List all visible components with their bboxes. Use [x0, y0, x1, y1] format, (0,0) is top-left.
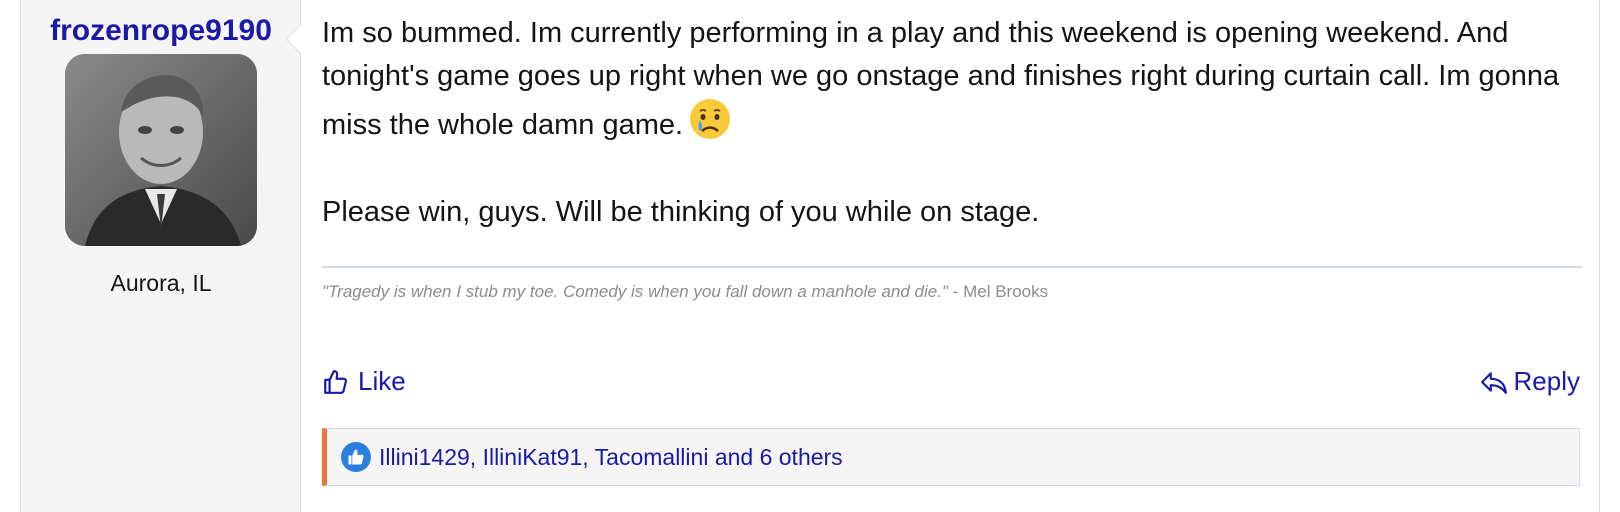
reply-arrow-icon — [1480, 371, 1507, 394]
message-paragraph: Please win, guys. Will be thinking of yo… — [322, 196, 1040, 228]
like-label: Like — [358, 366, 406, 396]
thumbs-up-icon — [324, 369, 347, 394]
avatar[interactable] — [65, 54, 257, 246]
reply-label: Reply — [1513, 366, 1580, 396]
signature-attribution: - Mel Brooks — [947, 282, 1049, 301]
signature-quote: "Tragedy is when I stub my toe. Comedy i… — [322, 282, 948, 301]
reactions-list-link[interactable]: Illini1429, IlliniKat91, Tacomallini and… — [379, 444, 843, 471]
thumbs-up-reaction-icon — [341, 442, 371, 472]
reply-button[interactable]: Reply — [1480, 366, 1580, 397]
message-content: Im so bummed. Im currently performing in… — [322, 0, 1592, 512]
reactions-bar: Illini1429, IlliniKat91, Tacomallini and… — [322, 428, 1580, 486]
forum-post: frozenrope9190 Aurora, IL Im so bummed. … — [20, 0, 1600, 512]
message-paragraph: Im so bummed. Im currently performing in… — [322, 12, 1592, 153]
signature: "Tragedy is when I stub my toe. Comedy i… — [322, 282, 1048, 302]
message-body: Im so bummed. Im currently performing in… — [322, 12, 1592, 234]
user-location: Aurora, IL — [110, 270, 212, 296]
message-text: Im so bummed. Im currently performing in… — [322, 17, 1560, 141]
username-link[interactable]: frozenrope9190 — [21, 14, 301, 48]
user-info-column: frozenrope9190 Aurora, IL — [21, 0, 301, 512]
signature-divider — [322, 266, 1582, 268]
like-button[interactable]: Like — [322, 366, 406, 397]
crying-face-emoji-icon — [689, 98, 731, 153]
